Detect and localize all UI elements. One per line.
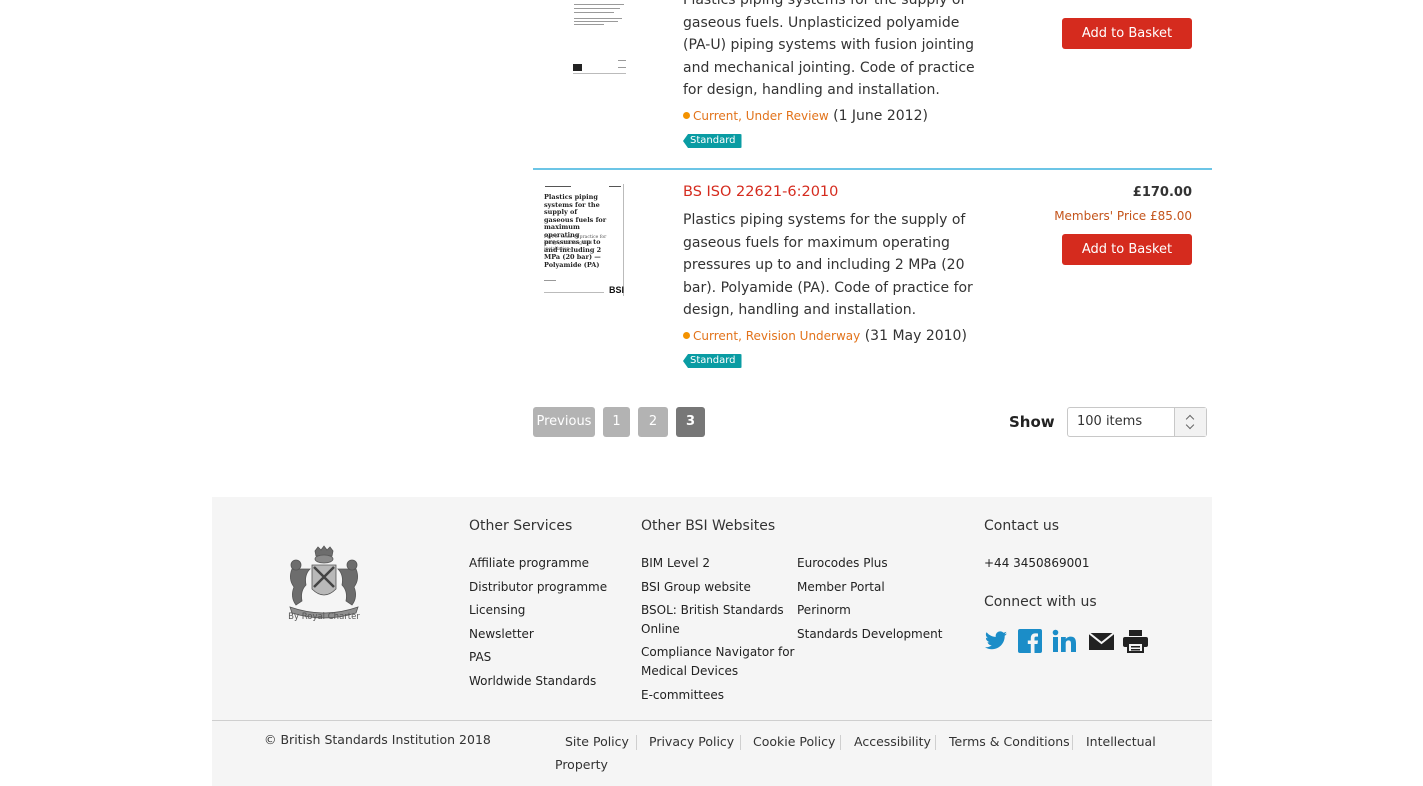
footer-link-affiliate[interactable]: Affiliate programme bbox=[469, 554, 589, 573]
cover-bsi-logo: BSI bbox=[609, 285, 625, 295]
product-description: Plastics piping systems for the supply o… bbox=[683, 0, 975, 99]
product-description: Plastics piping systems for the supply o… bbox=[683, 212, 973, 319]
product-item: Plastics piping systems for the supply o… bbox=[533, 0, 1212, 170]
status-dot-icon bbox=[683, 331, 690, 339]
footer-link-bsol-cont[interactable]: Online bbox=[641, 620, 680, 639]
page-1-button[interactable]: 1 bbox=[603, 407, 630, 437]
status-text[interactable]: Current, Revision Underway bbox=[693, 329, 860, 343]
product-status: Current, Under Review (1 June 2012) bbox=[683, 106, 983, 126]
twitter-icon[interactable] bbox=[984, 629, 1008, 653]
contact-phone[interactable]: +44 3450869001 bbox=[984, 554, 1090, 573]
copyright-text: © British Standards Institution 2018 bbox=[264, 732, 491, 747]
footer-link-perinorm[interactable]: Perinorm bbox=[797, 601, 851, 620]
intellectual-property-link-cont[interactable]: Property bbox=[555, 755, 608, 775]
footer-link-bim[interactable]: BIM Level 2 bbox=[641, 554, 710, 573]
add-to-basket-button[interactable]: Add to Basket bbox=[1062, 234, 1192, 265]
footer-link-pas[interactable]: PAS bbox=[469, 648, 491, 667]
print-icon[interactable] bbox=[1123, 629, 1148, 653]
email-icon[interactable] bbox=[1089, 629, 1114, 653]
footer-link-e-committees[interactable]: E-committees bbox=[641, 686, 724, 705]
footer-link-compliance-navigator-cont[interactable]: Medical Devices bbox=[641, 662, 738, 681]
show-label: Show bbox=[1009, 413, 1055, 431]
policy-separator bbox=[935, 735, 936, 750]
cookie-policy-link[interactable]: Cookie Policy bbox=[753, 732, 835, 752]
product-thumbnail[interactable] bbox=[543, 0, 628, 75]
linkedin-icon[interactable] bbox=[1052, 629, 1076, 653]
pagination: Previous 1 2 3 Show 100 items bbox=[533, 407, 1212, 437]
footer-link-standards-development[interactable]: Standards Development bbox=[797, 625, 942, 644]
cover-subtitle: Part 6: Code of practice for design, han… bbox=[544, 235, 607, 252]
site-footer: By Royal Charter Other Services Affiliat… bbox=[212, 497, 1212, 786]
product-item: Plastics piping systems for the supply o… bbox=[533, 170, 1212, 394]
members-price: Members' Price £85.00 bbox=[1054, 209, 1192, 223]
status-dot-icon bbox=[683, 111, 690, 119]
facebook-icon[interactable] bbox=[1018, 629, 1042, 653]
footer-link-licensing[interactable]: Licensing bbox=[469, 601, 525, 620]
contact-heading: Contact us bbox=[984, 518, 1060, 534]
page-3-button[interactable]: 3 bbox=[676, 407, 705, 437]
product-thumbnail[interactable]: Plastics piping systems for the supply o… bbox=[543, 184, 628, 300]
other-services-heading: Other Services bbox=[469, 518, 573, 534]
footer-link-bsol[interactable]: BSOL: British Standards bbox=[641, 601, 784, 620]
accessibility-link[interactable]: Accessibility bbox=[854, 732, 931, 752]
other-websites-heading: Other BSI Websites bbox=[641, 518, 776, 534]
footer-divider bbox=[212, 720, 1212, 721]
footer-link-compliance-navigator[interactable]: Compliance Navigator for bbox=[641, 643, 794, 662]
status-date: (31 May 2010) bbox=[864, 327, 967, 344]
cover-title: Plastics piping systems for the supply o… bbox=[544, 193, 607, 269]
standard-badge: Standard bbox=[683, 353, 742, 368]
footer-link-member-portal[interactable]: Member Portal bbox=[797, 578, 885, 597]
footer-link-eurocodes[interactable]: Eurocodes Plus bbox=[797, 554, 888, 573]
policy-separator bbox=[740, 735, 741, 750]
footer-link-worldwide-standards[interactable]: Worldwide Standards bbox=[469, 672, 596, 691]
results-list: Plastics piping systems for the supply o… bbox=[533, 0, 1212, 394]
status-text[interactable]: Current, Under Review bbox=[693, 109, 829, 123]
policy-separator bbox=[840, 735, 841, 750]
product-price: £170.00 bbox=[1132, 185, 1192, 200]
intellectual-property-link[interactable]: Intellectual bbox=[1086, 732, 1156, 752]
add-to-basket-button[interactable]: Add to Basket bbox=[1062, 18, 1192, 49]
items-per-page-select[interactable]: 100 items bbox=[1067, 407, 1207, 437]
page-2-button[interactable]: 2 bbox=[638, 407, 668, 437]
privacy-policy-link[interactable]: Privacy Policy bbox=[649, 732, 734, 752]
footer-link-bsi-group[interactable]: BSI Group website bbox=[641, 578, 751, 597]
site-policy-link[interactable]: Site Policy bbox=[565, 732, 629, 752]
footer-link-distributor[interactable]: Distributor programme bbox=[469, 578, 607, 597]
connect-heading: Connect with us bbox=[984, 594, 1097, 610]
previous-page-button[interactable]: Previous bbox=[533, 407, 595, 437]
crest-caption: By Royal Charter bbox=[288, 612, 360, 622]
policy-separator bbox=[636, 735, 637, 750]
select-arrows-icon bbox=[1174, 408, 1206, 436]
standard-badge: Standard bbox=[683, 133, 742, 148]
product-status: Current, Revision Underway (31 May 2010) bbox=[683, 326, 983, 346]
policy-separator bbox=[1072, 735, 1073, 750]
terms-conditions-link[interactable]: Terms & Conditions bbox=[949, 732, 1070, 752]
product-code-link[interactable]: BS ISO 22621-6:2010 bbox=[683, 183, 983, 201]
status-date: (1 June 2012) bbox=[833, 107, 928, 124]
footer-link-newsletter[interactable]: Newsletter bbox=[469, 625, 534, 644]
items-per-page-value: 100 items bbox=[1077, 414, 1143, 429]
